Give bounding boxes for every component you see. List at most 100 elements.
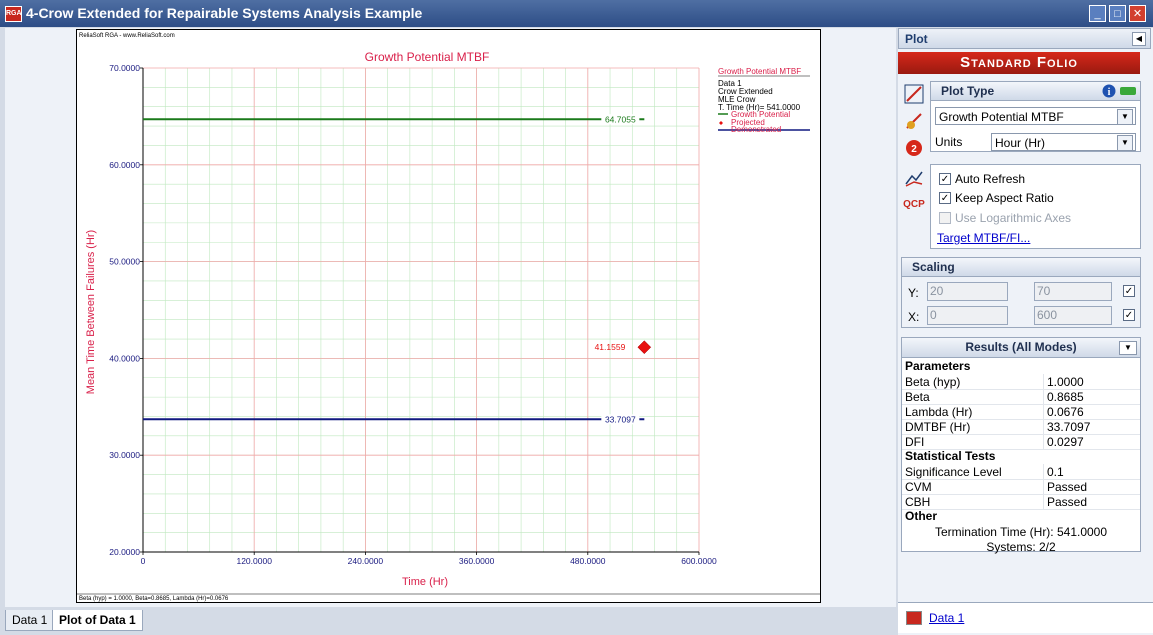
x-axis-label: Time (Hr) (402, 576, 448, 588)
redraw-icon[interactable]: 2 (903, 137, 925, 159)
legend-swatch-projected (719, 121, 723, 125)
result-row: Significance Level 0.1 (902, 464, 1140, 480)
result-value: 0.0297 (1047, 435, 1084, 449)
plot-type-header: Plot Type i (931, 82, 1140, 101)
result-row: Beta (hyp) 1.0000 (902, 374, 1140, 390)
x-max-input[interactable]: 600 (1034, 306, 1112, 325)
projected-point (637, 340, 652, 355)
plot-options-box: ✓ Auto Refresh ✓ Keep Aspect Ratio Use L… (930, 164, 1141, 249)
keep-aspect-checkbox[interactable]: ✓ (939, 192, 951, 204)
x-tick-label: 120.0000 (236, 556, 272, 566)
result-key: Lambda (Hr) (905, 405, 973, 419)
systems-count: Systems: 2/2 (986, 540, 1056, 554)
watermark: ReliaSoft RGA - www.ReliaSoft.com (79, 33, 175, 39)
chart[interactable]: ReliaSoft RGA - www.ReliaSoft.com Beta (… (77, 30, 820, 602)
result-value: 33.7097 (1047, 420, 1091, 434)
qcp-icon[interactable]: QCP (903, 193, 925, 215)
plot-line-tool-icon[interactable] (903, 83, 925, 105)
legend-demonstrated: Demonstrated (731, 125, 781, 134)
result-key: CBH (905, 495, 931, 509)
x-tick-label: 240.0000 (348, 556, 384, 566)
data-1-link[interactable]: Data 1 (929, 611, 964, 625)
minimize-button[interactable]: _ (1089, 5, 1106, 22)
x-tick-label: 360.0000 (459, 556, 495, 566)
chevron-down-icon: ▼ (1117, 109, 1133, 125)
info-icon[interactable]: i (1102, 84, 1116, 98)
scaling-header: Scaling (902, 258, 1140, 277)
y-max-input[interactable]: 70 (1034, 282, 1112, 301)
svg-text:i: i (1108, 87, 1111, 98)
tab-data-1[interactable]: Data 1 (5, 610, 55, 631)
window-title: 4-Crow Extended for Repairable Systems A… (26, 5, 423, 21)
result-value: Passed (1047, 495, 1088, 509)
plot-type-box: Plot Type i Growth Potential MTBF ▼ Unit… (930, 81, 1141, 152)
result-value: Passed (1047, 480, 1088, 494)
panel-header-label: Plot (905, 32, 928, 46)
y-axis-label: Mean Time Between Failures (Hr) (85, 230, 97, 394)
results-title: Results (All Modes) (965, 340, 1077, 354)
scaling-x-label: X: (908, 310, 920, 324)
result-row: Lambda (Hr) 0.0676 (902, 404, 1140, 420)
x-auto-checkbox[interactable]: ✓ (1123, 309, 1135, 321)
result-key: Beta (hyp) (905, 375, 961, 389)
y-auto-checkbox[interactable]: ✓ (1123, 285, 1135, 297)
collapse-panel-button[interactable]: ◀ (1132, 32, 1146, 46)
statistical-tests-heading: Statistical Tests (905, 449, 996, 463)
units-select[interactable]: Hour (Hr) ▼ (991, 133, 1136, 151)
grid-minor (143, 68, 699, 552)
plot-setup-icon[interactable] (903, 110, 925, 132)
auto-refresh-checkbox[interactable]: ✓ (939, 173, 951, 185)
axes: 0 120.0000 240.0000 360.0000 480.0000 600.000… (109, 63, 717, 566)
data-label: 64.7055 (605, 114, 636, 124)
plot-type-select[interactable]: Growth Potential MTBF ▼ (935, 107, 1136, 125)
chart-title: Growth Potential MTBF (365, 50, 490, 64)
y-tick-label: 30.0000 (109, 450, 140, 460)
chevron-down-icon: ▼ (1117, 135, 1133, 151)
results-header: Results (All Modes) ▼ (902, 338, 1140, 358)
result-row: DFI 0.0297 (902, 434, 1140, 450)
result-value: 1.0000 (1047, 375, 1084, 389)
close-button[interactable]: ✕ (1129, 5, 1146, 22)
y-tick-label: 50.0000 (109, 257, 140, 267)
parameters-heading: Parameters (905, 359, 971, 373)
legend: Growth Potential MTBF Data 1 Crow Extend… (718, 67, 810, 134)
title-bar: RGA 4-Crow Extended for Repairable Syste… (0, 0, 1153, 27)
result-key: CVM (905, 480, 932, 494)
log-axes-label: Use Logarithmic Axes (955, 211, 1072, 225)
auto-refresh-label: Auto Refresh (955, 172, 1026, 186)
maximize-button[interactable]: □ (1109, 5, 1126, 22)
target-mtbf-link[interactable]: Target MTBF/FI... (937, 231, 1030, 245)
scaling-title: Scaling (912, 260, 955, 274)
result-row: CBH Passed (902, 494, 1140, 510)
status-bar-icon (1120, 87, 1136, 95)
termination-time: Termination Time (Hr): 541.0000 (934, 525, 1108, 539)
svg-text:2: 2 (911, 144, 917, 155)
chart-compare-icon[interactable] (903, 167, 925, 189)
y-tick-label: 40.0000 (109, 353, 140, 363)
y-tick-label: 60.0000 (109, 160, 140, 170)
tab-plot-of-data-1[interactable]: Plot of Data 1 (52, 610, 143, 631)
log-axes-checkbox[interactable] (939, 212, 951, 224)
x-min-input[interactable]: 0 (927, 306, 1008, 325)
result-row: Beta 0.8685 (902, 389, 1140, 405)
result-value: 0.0676 (1047, 405, 1084, 419)
grid-major (142, 67, 700, 553)
units-label: Units (935, 135, 963, 149)
result-value: 0.1 (1047, 465, 1064, 479)
panel-footer: Data 1 (898, 602, 1153, 633)
sheet-tabs: Data 1 Plot of Data 1 (0, 607, 896, 635)
app-icon: RGA (5, 6, 22, 22)
x-tick-label: 480.0000 (570, 556, 606, 566)
result-row: CVM Passed (902, 479, 1140, 495)
y-min-input[interactable]: 20 (927, 282, 1008, 301)
result-row: DMTBF (Hr) 33.7097 (902, 419, 1140, 435)
plot-type-title: Plot Type (941, 84, 995, 98)
units-value: Hour (Hr) (995, 136, 1045, 150)
data-label: 41.1559 (595, 342, 626, 352)
results-box: Results (All Modes) ▼ Parameters Beta (h… (901, 337, 1141, 554)
results-chevron-icon[interactable]: ▼ (1119, 341, 1137, 355)
plot-sheet: ReliaSoft RGA - www.ReliaSoft.com Beta (… (76, 29, 821, 603)
panel-header: Plot ◀ (898, 28, 1151, 49)
data-label: 33.7097 (605, 414, 636, 424)
y-tick-label: 20.0000 (109, 547, 140, 557)
